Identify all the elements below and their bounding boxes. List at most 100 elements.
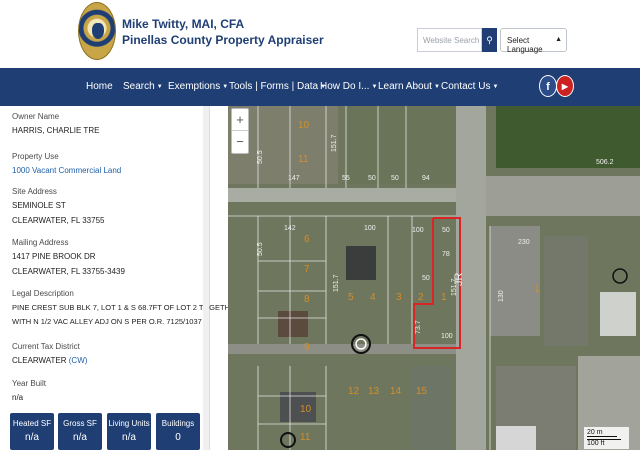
map-label: 50 (442, 227, 450, 234)
buildings-value: 0 (175, 432, 181, 443)
nav-contact-us[interactable]: Contact Us ▼ (441, 81, 498, 92)
nav-home[interactable]: Home (86, 81, 113, 92)
map-label: 50 (368, 175, 376, 182)
gross-sf-value: n/a (73, 432, 87, 443)
chevron-down-icon: ▲︎ (555, 36, 562, 43)
map-scale-bar: 20 m 100 ft (584, 427, 629, 449)
mailing-address-label: Mailing Address (12, 238, 69, 247)
lot-number-label: 11 (298, 154, 309, 165)
search-button[interactable]: ⚲ (482, 28, 497, 52)
property-details-panel: Owner Name HARRIS, CHARLIE TRE Property … (0, 106, 240, 450)
living-units-label: Living Units (108, 419, 150, 428)
map-label: 151.7 (333, 274, 340, 292)
lot-number-label: 7 (304, 264, 310, 275)
map-label: 55 (342, 175, 350, 182)
lot-number-label: 1 (534, 284, 540, 295)
map-label: 50 (422, 275, 430, 282)
map-label: 94 (422, 175, 430, 182)
tax-district-name: CLEARWATER (12, 356, 69, 365)
site-header: Mike Twitty, MAI, CFA Pinellas County Pr… (0, 0, 640, 68)
tax-district-code-link[interactable]: (CW) (69, 356, 88, 365)
nav-contact-us-label: Contact Us (441, 81, 491, 92)
heated-sf-label: Heated SF (12, 419, 52, 428)
map-label: 50 (391, 175, 399, 182)
site-address-line2: CLEARWATER, FL 33755 (12, 216, 105, 225)
map-label: 50.5 (257, 242, 264, 256)
lot-number-label: 6 (304, 234, 310, 245)
lot-number-label: 15 (416, 386, 428, 397)
site-address-line1: SEMINOLE ST (12, 201, 66, 210)
tax-district-value: CLEARWATER (CW) (12, 356, 87, 365)
map-label: 100 (441, 333, 453, 340)
year-built-value: n/a (12, 393, 24, 402)
scale-feet: 100 ft (587, 439, 621, 447)
year-built-label: Year Built (12, 379, 46, 388)
search-icon: ⚲ (486, 35, 493, 45)
gross-sf-card: Gross SF n/a (58, 413, 102, 450)
property-use-link[interactable]: 1000 Vacant Commercial Land (12, 166, 121, 175)
website-search-input[interactable]: Website Search (417, 28, 482, 52)
nav-learn-about[interactable]: Learn About ▼ (378, 81, 440, 92)
legal-description-label: Legal Description (12, 289, 74, 298)
nav-exemptions[interactable]: Exemptions ▼ (168, 81, 228, 92)
language-select[interactable]: Select Language ▲︎ (500, 28, 567, 54)
nav-tools[interactable]: Tools | Forms | Data ▼ (229, 81, 326, 92)
heated-sf-card: Heated SF n/a (10, 413, 54, 450)
owner-name-value: HARRIS, CHARLIE TRE (12, 126, 100, 135)
caret-down-icon: ▼ (222, 84, 229, 90)
legal-description-line2: WITH N 1/2 VAC ALLEY ADJ ON S PER O.R. 7… (12, 317, 202, 326)
nav-tools-label: Tools | Forms | Data (229, 81, 319, 92)
nav-home-label: Home (86, 81, 113, 92)
nav-exemptions-label: Exemptions (168, 81, 221, 92)
lot-number-label: 11 (300, 432, 311, 443)
lot-number-label: 12 (348, 386, 360, 397)
map-label: 506.2 (596, 159, 614, 166)
lot-number-label: 5 (348, 292, 354, 303)
zoom-in-button[interactable]: + (232, 109, 248, 131)
lot-number-label: 10 (300, 404, 312, 415)
nav-how-do-i-label: How Do I... (320, 81, 370, 92)
lot-number-label: 10 (298, 120, 310, 131)
map-zoom-control: + − (231, 108, 249, 154)
lot-number-label: 3 (396, 292, 402, 303)
zoom-out-button[interactable]: − (232, 131, 248, 153)
property-stats-cards: Heated SF n/a Gross SF n/a Living Units n/a… (10, 413, 200, 450)
map-label: 230 (518, 239, 530, 246)
caret-down-icon: ▼ (433, 84, 440, 90)
lot-number-label: 1 (441, 292, 447, 303)
parcel-map[interactable]: 147 55 50 50 94 506.2 142 100 100 50 78 … (228, 106, 640, 450)
living-units-value: n/a (122, 432, 136, 443)
mailing-address-line1: 1417 PINE BROOK DR (12, 252, 96, 261)
living-units-card: Living Units n/a (107, 413, 151, 450)
lot-number-label: 8 (304, 294, 310, 305)
map-label: 50.5 (257, 150, 264, 164)
map-label: 100 (412, 227, 424, 234)
main-nav: Home Search ▼ Exemptions ▼ Tools | Forms |… (0, 68, 640, 106)
map-label: 100 (364, 225, 376, 232)
nav-learn-about-label: Learn About (378, 81, 432, 92)
map-label: 78 (442, 251, 450, 258)
lot-number-label: 14 (390, 386, 402, 397)
gross-sf-label: Gross SF (63, 419, 97, 428)
sidebar-scrollbar[interactable] (203, 106, 209, 450)
map-label: 142 (284, 225, 296, 232)
buildings-label: Buildings (161, 419, 195, 428)
site-title[interactable]: Mike Twitty, MAI, CFA (122, 17, 244, 31)
site-subtitle[interactable]: Pinellas County Property Appraiser (122, 33, 324, 47)
nav-search-label: Search (123, 81, 155, 92)
property-use-label: Property Use (12, 152, 59, 161)
facebook-icon[interactable]: f (539, 75, 557, 97)
map-label: 151.7 (451, 278, 458, 296)
tax-district-label: Current Tax District (12, 342, 80, 351)
site-address-label: Site Address (12, 187, 57, 196)
lot-number-label: 13 (368, 386, 380, 397)
map-label: 151.7 (331, 134, 338, 152)
caret-down-icon: ▼ (492, 84, 499, 90)
language-select-value: Select Language (507, 36, 543, 54)
map-label: 147 (288, 175, 300, 182)
youtube-icon[interactable]: ▶ (556, 75, 574, 97)
county-seal-logo[interactable] (78, 2, 116, 60)
lot-number-label: 4 (370, 292, 376, 303)
nav-search[interactable]: Search ▼ (123, 81, 163, 92)
nav-how-do-i[interactable]: How Do I... ▼ (320, 81, 377, 92)
